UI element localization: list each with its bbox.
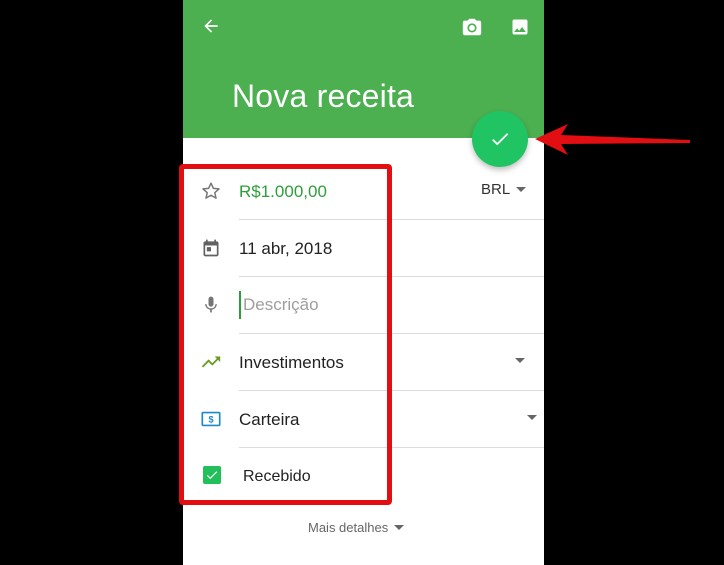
amount-row[interactable]: R$1.000,00 BRL (183, 163, 544, 220)
star-icon (199, 179, 223, 203)
microphone-icon[interactable] (199, 293, 223, 317)
calendar-icon (199, 236, 223, 260)
account-row[interactable]: $ Carteira (183, 391, 544, 448)
category-value[interactable]: Investimentos (239, 352, 344, 374)
dropdown-caret-icon[interactable] (515, 358, 525, 363)
description-input[interactable] (239, 291, 483, 319)
page-title: Nova receita (232, 78, 415, 114)
received-row[interactable]: Recebido (183, 448, 544, 505)
description-row (183, 277, 544, 334)
gallery-button[interactable] (505, 12, 535, 42)
red-arrow-annotation (535, 124, 690, 155)
dropdown-caret-icon[interactable] (527, 415, 537, 420)
camera-button[interactable] (457, 12, 487, 42)
currency-label: BRL (481, 181, 511, 198)
trending-up-icon (199, 350, 223, 374)
app-screen: Nova receita R$1.000,00 BRL 11 abr, 2018 (183, 0, 544, 565)
check-icon (492, 133, 509, 146)
arrow-back-icon (204, 19, 218, 33)
back-button[interactable] (197, 12, 225, 40)
wallet-icon: $ (199, 407, 223, 431)
category-row[interactable]: Investimentos (183, 334, 544, 391)
confirm-fab-button[interactable] (472, 111, 528, 167)
date-row[interactable]: 11 abr, 2018 (183, 220, 544, 277)
dropdown-caret-icon (516, 187, 527, 192)
image-icon (512, 19, 528, 35)
more-details-button[interactable]: Mais detalhes (308, 520, 405, 535)
amount-value[interactable]: R$1.000,00 (239, 181, 327, 203)
camera-icon (462, 18, 482, 36)
svg-text:$: $ (208, 415, 213, 425)
received-label: Recebido (243, 468, 311, 485)
currency-dropdown[interactable]: BRL (481, 181, 527, 198)
received-checkbox[interactable] (203, 466, 221, 484)
more-details-label: Mais detalhes (308, 520, 389, 535)
check-icon (206, 471, 218, 480)
account-value[interactable]: Carteira (239, 409, 299, 431)
date-value[interactable]: 11 abr, 2018 (239, 238, 332, 260)
chevron-down-icon (394, 525, 405, 530)
